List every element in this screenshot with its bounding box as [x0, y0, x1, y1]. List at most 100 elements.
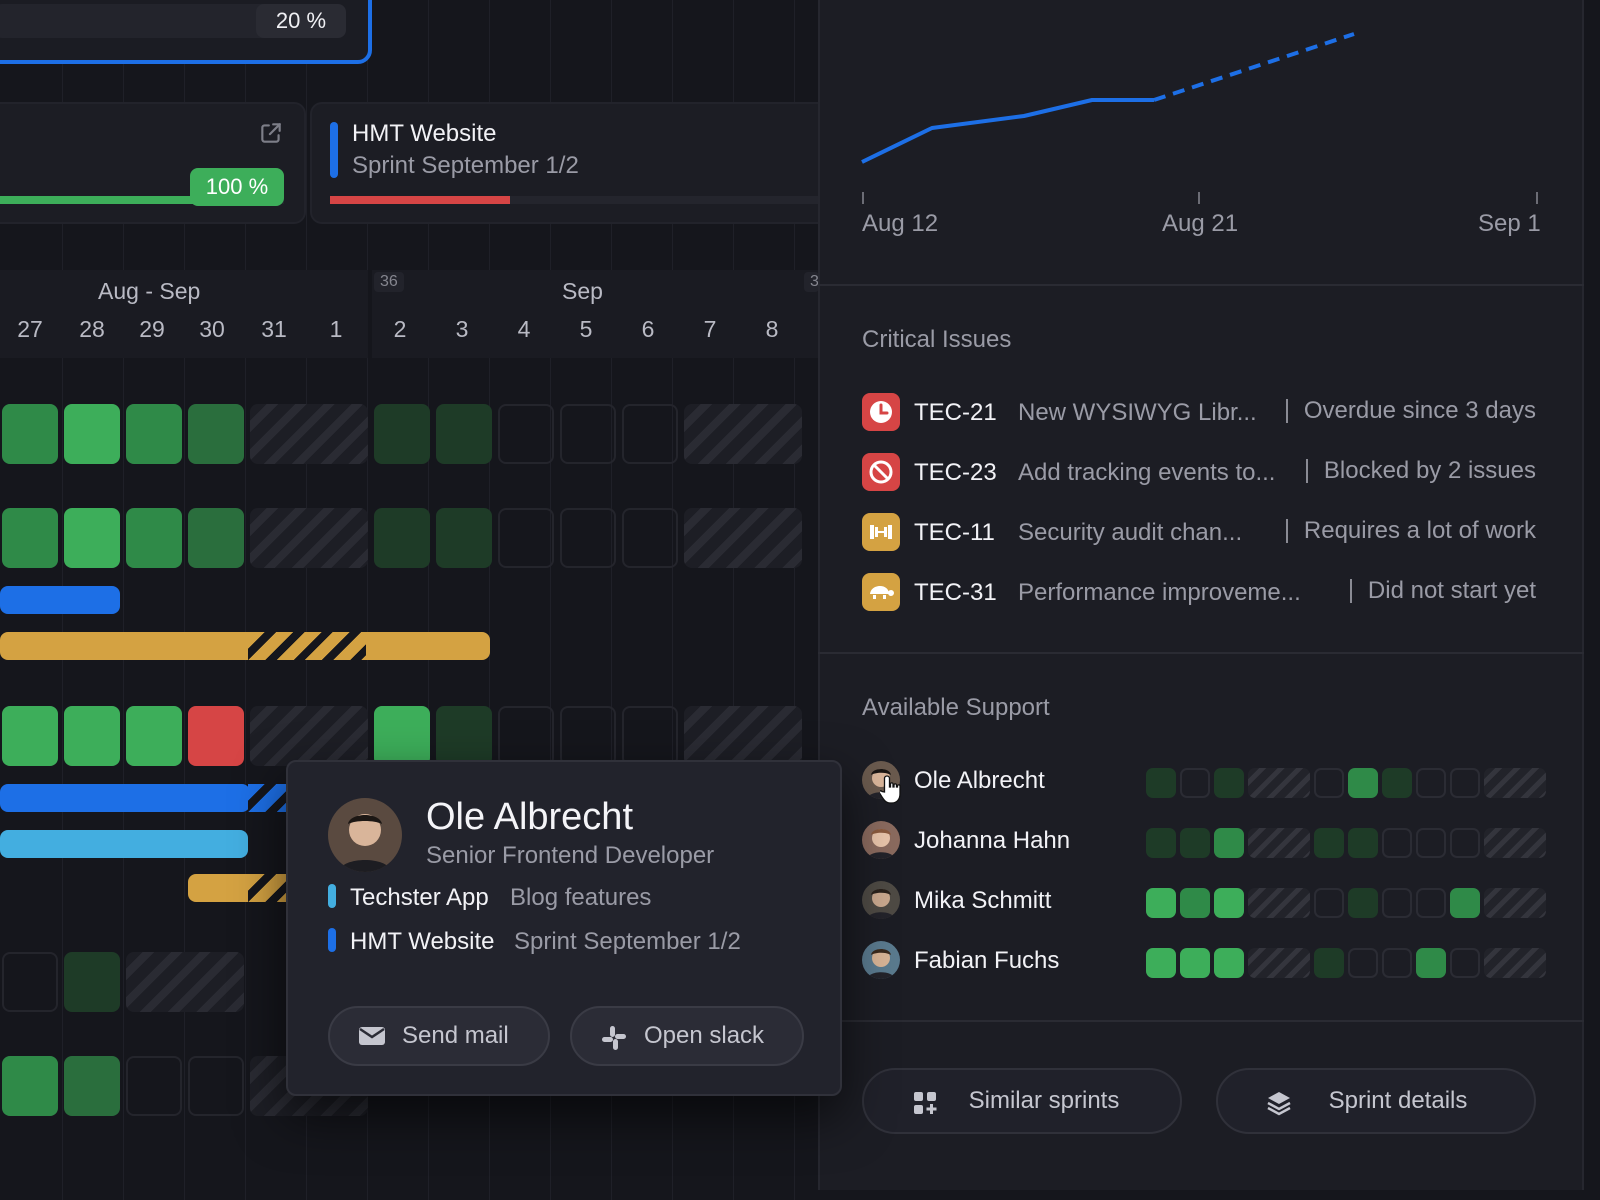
availability-cell [1146, 948, 1176, 978]
weekend-cell [1484, 888, 1546, 918]
project-sprint: Blog features [510, 884, 652, 911]
availability-cell[interactable] [2, 706, 58, 766]
critical-issue-row[interactable]: TEC-31 Performance improveme... Did not … [862, 573, 1536, 613]
availability-cell[interactable] [560, 706, 616, 766]
availability-cell[interactable] [64, 508, 120, 568]
availability-cell[interactable] [374, 508, 430, 568]
availability-cell [1180, 888, 1210, 918]
availability-cell[interactable] [188, 404, 244, 464]
project-sprint: Sprint September 1/2 [514, 928, 741, 955]
issue-status: Blocked by 2 issues [1305, 459, 1536, 483]
task-bar[interactable] [0, 784, 250, 812]
weekend-cell [1248, 948, 1310, 978]
critical-issue-row[interactable]: TEC-11 Security audit chan... Requires a… [862, 513, 1536, 553]
weekend-cell [126, 952, 244, 1012]
project-title: HMT Website [352, 120, 497, 147]
task-bar-overlap [248, 784, 288, 812]
availability-cell[interactable] [126, 706, 182, 766]
critical-issue-row[interactable]: TEC-21 New WYSIWYG Libr... Overdue since… [862, 393, 1536, 433]
section-title: Available Support [862, 694, 1050, 721]
task-bar[interactable] [0, 830, 248, 858]
availability-cell[interactable] [622, 508, 678, 568]
availability-cell[interactable] [560, 508, 616, 568]
weekend-cell [250, 706, 368, 766]
support-person-row[interactable]: Fabian Fuchs [862, 941, 1546, 981]
section-divider [818, 1020, 1584, 1022]
availability-cell [1450, 768, 1480, 798]
availability-cell [1382, 888, 1412, 918]
availability-cell[interactable] [622, 706, 678, 766]
axis-label: Sep 1 [1478, 210, 1541, 237]
support-person-row[interactable]: Mika Schmitt [862, 881, 1546, 921]
availability-cell[interactable] [622, 404, 678, 464]
availability-cell[interactable] [188, 508, 244, 568]
availability-cell[interactable] [374, 404, 430, 464]
day-label: 27 [17, 316, 43, 342]
availability-cell[interactable] [436, 508, 492, 568]
availability-cell[interactable] [436, 404, 492, 464]
availability-cell [1146, 768, 1176, 798]
send-mail-button[interactable]: Send mail [328, 1006, 550, 1066]
support-person-row[interactable]: Johanna Hahn [862, 821, 1546, 861]
availability-cell [1348, 768, 1378, 798]
issue-status: Overdue since 3 days [1285, 399, 1536, 423]
day-label: 4 [517, 316, 531, 342]
availability-cell[interactable] [2, 952, 58, 1012]
availability-cell[interactable] [126, 508, 182, 568]
task-bar[interactable] [0, 632, 490, 660]
projected-progress-line [1153, 32, 1355, 102]
availability-cell [1416, 768, 1446, 798]
task-bar[interactable] [0, 586, 120, 614]
week-separator [368, 270, 372, 358]
availability-cell[interactable] [64, 404, 120, 464]
sprint-details-button[interactable]: Sprint details [1216, 1068, 1536, 1134]
availability-cell [1214, 768, 1244, 798]
day-label: 29 [139, 316, 165, 342]
issue-id: TEC-21 [914, 399, 997, 426]
avatar [862, 881, 900, 919]
availability-cell[interactable] [498, 404, 554, 464]
availability-cell[interactable] [2, 404, 58, 464]
availability-cell[interactable] [560, 404, 616, 464]
day-label: 28 [79, 316, 105, 342]
project-card[interactable]: 100 % [0, 102, 306, 224]
critical-issue-row[interactable]: TEC-23 Add tracking events to... Blocked… [862, 453, 1536, 493]
issue-description: New WYSIWYG Libr... [1018, 399, 1257, 426]
external-link-icon[interactable] [258, 120, 284, 146]
availability-cell[interactable] [374, 706, 430, 766]
weekend-cell [684, 508, 802, 568]
axis-label: Aug 21 [1162, 210, 1239, 237]
availability-cell[interactable] [436, 706, 492, 766]
availability-cell [1450, 828, 1480, 858]
availability-cell[interactable] [188, 706, 244, 766]
support-person-row[interactable]: Ole Albrecht [862, 761, 1546, 801]
assigned-project[interactable]: HMT Website Sprint September 1/2 [328, 926, 808, 956]
task-bar-overlap [248, 874, 288, 902]
availability-cell[interactable] [126, 1056, 182, 1116]
availability-cell[interactable] [64, 706, 120, 766]
availability-cell[interactable] [498, 508, 554, 568]
similar-sprints-button[interactable]: Similar sprints [862, 1068, 1182, 1134]
availability-cell[interactable] [64, 952, 120, 1012]
actual-progress-line [861, 98, 1154, 164]
availability-cell[interactable] [2, 1056, 58, 1116]
availability-cell[interactable] [498, 706, 554, 766]
assigned-project[interactable]: Techster App Blog features [328, 882, 808, 912]
week-number: 3 [804, 272, 819, 292]
button-label: Similar sprints [968, 1087, 1120, 1114]
availability-cell[interactable] [2, 508, 58, 568]
availability-cell [1180, 948, 1210, 978]
project-color-accent [328, 928, 336, 952]
weekend-cell [1484, 768, 1546, 798]
selected-project-card[interactable]: 20 % [0, 0, 372, 64]
availability-cell[interactable] [188, 1056, 244, 1116]
availability-cell[interactable] [64, 1056, 120, 1116]
day-label: 31 [261, 316, 287, 342]
project-card-hmt-website[interactable]: HMT Website Sprint September 1/2 [310, 102, 820, 224]
day-label: 2 [393, 316, 407, 342]
progress-badge: 100 % [190, 168, 284, 206]
availability-cell[interactable] [126, 404, 182, 464]
open-slack-button[interactable]: Open slack [570, 1006, 804, 1066]
axis-tick [1536, 192, 1538, 204]
button-label: Open slack [644, 1022, 765, 1049]
